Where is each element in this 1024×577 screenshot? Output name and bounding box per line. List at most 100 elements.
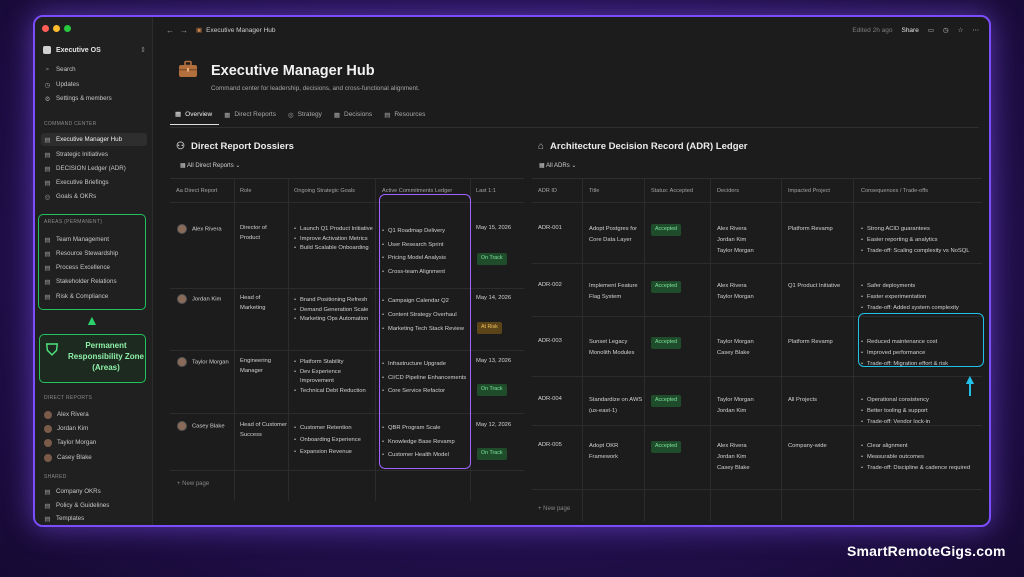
sidebar-item-templates[interactable]: ▤ Templates: [41, 512, 147, 525]
tab-direct-reports[interactable]: ▦ Direct Reports: [219, 108, 283, 125]
sidebar-item-process-excellence[interactable]: ▤ Process Excellence: [41, 261, 147, 274]
sidebar-item-goals-okrs[interactable]: ◎ Goals & OKRs: [41, 190, 147, 203]
column-header[interactable]: Ongoing Strategic Goals: [294, 188, 355, 194]
adr-title-cell[interactable]: Standardize on AWS (us-east-1): [589, 395, 643, 417]
page-title: Executive Manager Hub: [211, 63, 375, 79]
decider-name: Taylor Morgan: [717, 294, 754, 300]
sidebar-item-label: Taylor Morgan: [57, 439, 97, 446]
new-page-button[interactable]: + New page: [538, 506, 570, 512]
sidebar-item-search[interactable]: ⌕ Search: [41, 63, 147, 76]
page-icon: ▤: [44, 151, 51, 159]
adr-title-cell[interactable]: Sunset Legacy Monolith Modules: [589, 337, 641, 359]
breadcrumb[interactable]: Executive Manager Hub: [206, 27, 275, 34]
sidebar-item-casey-blake[interactable]: Casey Blake: [41, 451, 147, 464]
column-header[interactable]: Status: Accepted: [651, 188, 693, 194]
column-header[interactable]: Deciders: [717, 188, 739, 194]
report-name: Alex Rivera: [192, 226, 222, 233]
workspace-switcher[interactable]: Executive OS ⇕: [43, 46, 146, 54]
decider-name: Taylor Morgan: [717, 339, 754, 345]
column-header[interactable]: ADR ID: [538, 188, 557, 194]
adr-id-cell[interactable]: ADR-004: [538, 395, 562, 405]
col-divider: [644, 179, 645, 521]
col-divider: [375, 179, 376, 501]
page-icon: ▤: [44, 136, 51, 144]
consequences-cell: Safer deploymentsFaster experimentationT…: [861, 281, 976, 314]
top-bar: ←→ ▣ Executive Manager Hub Edited 2h ago…: [154, 17, 989, 43]
commitments-highlight-box: [379, 194, 471, 469]
adr-heading: ⌂ Architecture Decision Record (ADR) Ledg…: [538, 141, 747, 152]
status-badge: Accepted: [651, 441, 682, 453]
minimize-window-button[interactable]: [53, 25, 60, 32]
sidebar-item-alex-rivera[interactable]: Alex Rivera: [41, 408, 147, 421]
sidebar-item-company-okrs[interactable]: ▤ Company OKRs: [41, 485, 147, 498]
column-header[interactable]: Consequences / Trade-offs: [861, 188, 928, 194]
dossiers-view-selector[interactable]: ▦ All Direct Reports ⌄: [180, 162, 240, 169]
sidebar-item-label: Executive Manager Hub: [56, 136, 123, 143]
sidebar-item-executive-briefings[interactable]: ▤ Executive Briefings: [41, 176, 147, 189]
table-row-name[interactable]: Alex Rivera: [177, 224, 222, 235]
column-header[interactable]: Role: [240, 188, 252, 194]
sidebar-item-executive-manager-hub[interactable]: ▤ Executive Manager Hub: [41, 133, 147, 146]
table-row-name[interactable]: Taylor Morgan: [177, 357, 229, 368]
adr-id-cell[interactable]: ADR-001: [538, 224, 562, 234]
back-arrow-icon[interactable]: ←: [166, 26, 180, 35]
tab-decisions[interactable]: ▦ Decisions: [329, 108, 379, 125]
adr-id-cell[interactable]: ADR-005: [538, 441, 562, 451]
column-header-label: Direct Report: [184, 188, 218, 194]
sidebar-item-team-management[interactable]: ▤ Team Management: [41, 233, 147, 246]
sidebar-item-settings[interactable]: ⚙ Settings & members: [41, 92, 147, 105]
sidebar-item-policy-guidelines[interactable]: ▤ Policy & Guidelines: [41, 499, 147, 512]
adr-view-selector[interactable]: ▦ All ADRs ⌄: [539, 162, 576, 169]
sidebar-item-label: Policy & Guidelines: [56, 502, 110, 509]
adr-id-cell[interactable]: ADR-003: [538, 337, 562, 347]
adr-title-cell[interactable]: Adopt Postgres for Core Data Layer: [589, 224, 643, 246]
column-header[interactable]: Last 1:1: [476, 188, 496, 194]
column-header[interactable]: Aa Direct Report: [176, 188, 217, 194]
col-divider: [781, 179, 782, 521]
section-header-direct-reports: DIRECT REPORTS: [44, 395, 93, 401]
adr-title-cell[interactable]: Adopt OKR Framework: [589, 441, 639, 463]
new-page-label: New page: [182, 481, 210, 487]
new-page-button[interactable]: + New page: [177, 481, 209, 487]
workspace-name: Executive OS: [56, 46, 101, 54]
row-divider: [532, 376, 982, 377]
tab-strategy[interactable]: ◎ Strategy: [283, 108, 329, 125]
sidebar-item-strategic-initiatives[interactable]: ▤ Strategic Initiatives: [41, 148, 147, 161]
sidebar-item-risk-compliance[interactable]: ▤ Risk & Compliance: [41, 290, 147, 303]
table-row-name[interactable]: Jordan Kim: [177, 294, 221, 305]
tab-label: Overview: [185, 110, 213, 118]
more-icon[interactable]: ⋯: [973, 26, 980, 34]
adr-title-cell[interactable]: Implement Feature Flag System: [589, 281, 639, 303]
share-button[interactable]: Share: [901, 27, 918, 34]
page-icon: ▤: [44, 236, 51, 244]
consequences-cell: Clear alignmentMeasurable outcomesTrade-…: [861, 441, 976, 474]
sidebar-item-jordan-kim[interactable]: Jordan Kim: [41, 422, 147, 435]
star-icon[interactable]: ☆: [958, 26, 964, 34]
project-cell: Company-wide: [788, 443, 827, 449]
history-icon[interactable]: ◷: [943, 26, 949, 34]
tab-overview[interactable]: ▦ Overview: [170, 108, 220, 125]
sidebar-item-resource-stewardship[interactable]: ▤ Resource Stewardship: [41, 247, 147, 260]
decider-name: Taylor Morgan: [717, 248, 754, 254]
view-tabs: ▦ Overview ▦ Direct Reports ◎ Strategy ▦ Dec…: [170, 108, 432, 125]
sidebar-item-decision-ledger[interactable]: ▤ DECISION Ledger (ADR): [41, 162, 147, 175]
maximize-window-button[interactable]: [64, 25, 71, 32]
sidebar-item-updates[interactable]: ◷ Updates: [41, 78, 147, 91]
table-row-name[interactable]: Casey Blake: [177, 421, 225, 432]
last-one-on-one-cell: May 12, 2026: [476, 422, 512, 428]
sidebar-item-label: Updates: [56, 81, 80, 88]
forward-arrow-icon[interactable]: →: [180, 26, 194, 35]
avatar: [177, 357, 187, 367]
decider-name: Alex Rivera: [717, 443, 747, 449]
page-icon: ▤: [44, 515, 51, 523]
sidebar-item-stakeholder-relations[interactable]: ▤ Stakeholder Relations: [41, 275, 147, 288]
column-header[interactable]: Title: [589, 188, 599, 194]
adr-id-cell[interactable]: ADR-002: [538, 281, 562, 291]
column-header[interactable]: Impacted Project: [788, 188, 830, 194]
close-window-button[interactable]: [42, 25, 49, 32]
comment-icon[interactable]: ▭: [928, 26, 934, 34]
tab-resources[interactable]: ▤ Resources: [379, 108, 432, 125]
sidebar-item-taylor-morgan[interactable]: Taylor Morgan: [41, 436, 147, 449]
sidebar-item-label: Goals & OKRs: [56, 193, 97, 200]
status-pill: On Track: [477, 384, 507, 396]
